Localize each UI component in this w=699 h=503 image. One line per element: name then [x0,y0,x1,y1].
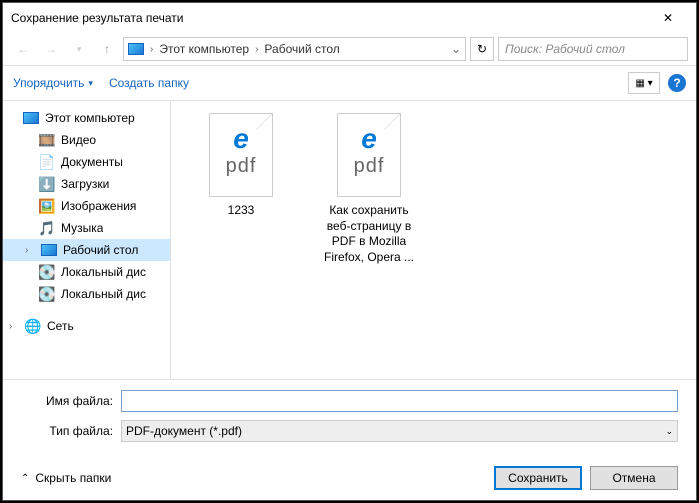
chevron-right-icon: › [255,44,258,55]
titlebar: Сохранение результата печати ✕ [3,3,696,33]
computer-icon [128,43,144,55]
edge-icon: e [361,123,377,155]
music-icon: 🎵 [39,220,55,236]
refresh-button[interactable]: ↻ [470,37,494,61]
arrow-left-icon: ← [17,42,29,56]
hide-folders-label: Скрыть папки [35,471,111,485]
form-area: Имя файла: Тип файла: PDF-документ (*.pd… [3,379,696,456]
disk-icon: 💽 [39,286,55,302]
file-list: e pdf 1233 e pdf Как сохранить веб-стран… [171,101,696,379]
footer: ⌃ Скрыть папки Сохранить Отмена [3,456,696,500]
breadcrumb-computer[interactable]: Этот компьютер [155,42,253,56]
tree-desktop[interactable]: › Рабочий стол [3,239,170,261]
filetype-select[interactable]: PDF-документ (*.pdf) ⌄ [121,420,678,442]
tree-documents[interactable]: 📄 Документы [3,151,170,173]
toolbar: Упорядочить ▾ Создать папку ▦ ▾ ? [3,65,696,101]
tree-label: Локальный дис [61,265,146,279]
file-item[interactable]: e pdf 1233 [191,113,291,219]
file-ext: pdf [354,155,385,178]
pdf-file-icon: e pdf [337,113,401,197]
chevron-up-icon: ⌃ [21,473,29,484]
cancel-label: Отмена [612,471,655,485]
breadcrumb-dropdown[interactable]: ⌄ [451,42,461,56]
tree-computer[interactable]: Этот компьютер [3,107,170,129]
tree-label: Загрузки [61,177,109,191]
search-box[interactable] [498,37,688,61]
tree-video[interactable]: 🎞️ Видео [3,129,170,151]
expand-icon[interactable]: › [25,245,35,256]
file-name: Как сохранить веб-страницу в PDF в Mozil… [319,203,419,265]
chevron-down-icon: ▾ [77,44,82,55]
search-input[interactable] [505,42,681,56]
video-icon: 🎞️ [39,132,55,148]
navbar: ← → ▾ ↑ › Этот компьютер › Рабочий стол … [3,33,696,65]
view-icon: ▦ ▾ [635,78,652,89]
computer-icon [23,112,39,124]
up-button[interactable]: ↑ [95,37,119,61]
tree-downloads[interactable]: ⬇️ Загрузки [3,173,170,195]
tree-label: Сеть [47,319,74,333]
filename-label: Имя файла: [21,394,121,408]
close-icon: ✕ [663,11,673,25]
forward-button[interactable]: → [39,37,63,61]
images-icon: 🖼️ [39,198,55,214]
expand-icon[interactable]: › [9,321,19,332]
tree-music[interactable]: 🎵 Музыка [3,217,170,239]
new-folder-label: Создать папку [109,76,189,90]
organize-button[interactable]: Упорядочить ▾ [13,76,93,90]
arrow-right-icon: → [45,42,57,56]
pdf-file-icon: e pdf [209,113,273,197]
breadcrumb[interactable]: › Этот компьютер › Рабочий стол ⌄ [123,37,466,61]
network-icon: 🌐 [25,318,41,334]
hide-folders-button[interactable]: ⌃ Скрыть папки [21,471,111,485]
close-button[interactable]: ✕ [648,3,688,33]
save-label: Сохранить [508,471,568,485]
breadcrumb-desktop[interactable]: Рабочий стол [260,42,343,56]
tree-label: Документы [61,155,123,169]
chevron-down-icon: ▾ [88,78,93,89]
window-title: Сохранение результата печати [11,11,648,25]
recent-button[interactable]: ▾ [67,37,91,61]
back-button[interactable]: ← [11,37,35,61]
tree-label: Видео [61,133,96,147]
file-ext: pdf [226,155,257,178]
tree-label: Музыка [61,221,103,235]
chevron-right-icon: › [150,44,153,55]
filetype-label: Тип файла: [21,424,121,438]
new-folder-button[interactable]: Создать папку [109,76,189,90]
filename-input[interactable] [121,390,678,412]
help-icon: ? [673,76,680,90]
desktop-icon [41,244,57,256]
tree-disk2[interactable]: 💽 Локальный дис [3,283,170,305]
tree-disk1[interactable]: 💽 Локальный дис [3,261,170,283]
cancel-button[interactable]: Отмена [590,466,678,490]
chevron-down-icon: ⌄ [665,426,673,437]
tree-label: Изображения [61,199,136,213]
edge-icon: e [233,123,249,155]
arrow-up-icon: ↑ [104,42,110,56]
view-button[interactable]: ▦ ▾ [628,72,660,94]
sidebar: Этот компьютер 🎞️ Видео 📄 Документы ⬇️ З… [3,101,171,379]
disk-icon: 💽 [39,264,55,280]
body: Этот компьютер 🎞️ Видео 📄 Документы ⬇️ З… [3,101,696,379]
file-item[interactable]: e pdf Как сохранить веб-страницу в PDF в… [319,113,419,265]
tree-label: Локальный дис [61,287,146,301]
refresh-icon: ↻ [477,42,487,56]
downloads-icon: ⬇️ [39,176,55,192]
tree-label: Этот компьютер [45,111,135,125]
tree-images[interactable]: 🖼️ Изображения [3,195,170,217]
filetype-value: PDF-документ (*.pdf) [126,424,242,438]
tree-network[interactable]: › 🌐 Сеть [3,315,170,337]
save-button[interactable]: Сохранить [494,466,582,490]
help-button[interactable]: ? [668,74,686,92]
organize-label: Упорядочить [13,76,84,90]
tree-label: Рабочий стол [63,243,138,257]
save-dialog: Сохранение результата печати ✕ ← → ▾ ↑ ›… [2,2,697,501]
documents-icon: 📄 [39,154,55,170]
file-name: 1233 [228,203,255,219]
